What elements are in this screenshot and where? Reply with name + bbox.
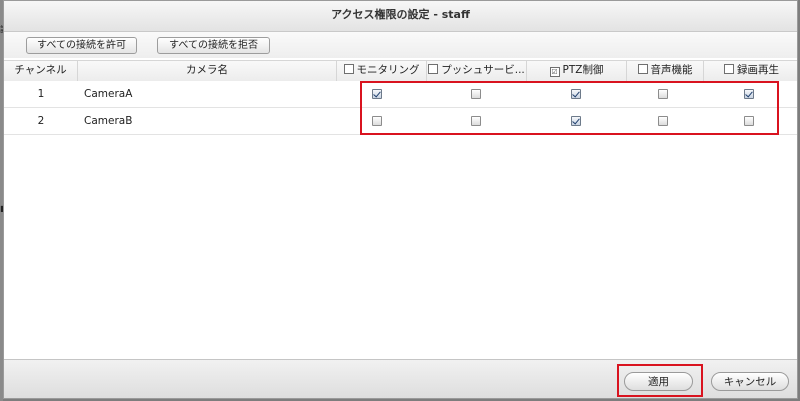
ptz-checkbox[interactable] [571,89,581,99]
dialog-title: アクセス権限の設定 - staff [4,1,797,32]
allow-all-button[interactable]: すべての接続を許可 [26,37,137,54]
dialog-footer: 適用 キャンセル [4,359,797,398]
toolbar: すべての接続を許可 すべての接続を拒否 [4,32,797,58]
cancel-button[interactable]: キャンセル [711,372,789,391]
table-row[interactable]: 2 CameraB [4,108,797,135]
column-header-audio[interactable]: 音声機能 [627,61,704,81]
table-row[interactable]: 1 CameraA [4,81,797,108]
column-header-ptz[interactable]: ☑ PTZ制御 [527,61,627,81]
column-header-label: プッシュサービ... [441,64,525,76]
ptz-select-all-checkbox[interactable]: ☑ [549,67,560,77]
playback-select-all-checkbox[interactable] [724,64,734,74]
camera-name-cell: CameraA [84,88,133,100]
column-header-channel[interactable]: チャンネル [4,61,78,81]
ptz-checkbox[interactable] [571,116,581,126]
column-header-playback[interactable]: 録画再生 [704,61,797,81]
table-header: チャンネル カメラ名 モニタリング プッシュサービ... ☑ PTZ制御 音声機能… [4,60,797,82]
camera-name-cell: CameraB [84,115,133,127]
access-permission-dialog: アクセス権限の設定 - staff すべての接続を許可 すべての接続を拒否 チャ… [3,0,798,399]
monitoring-checkbox[interactable] [372,89,382,99]
deny-all-button[interactable]: すべての接続を拒否 [157,37,270,54]
push-service-select-all-checkbox[interactable] [428,64,439,74]
column-header-label: モニタリング [356,64,420,76]
column-header-push-service[interactable]: プッシュサービ... [427,61,527,81]
audio-checkbox[interactable] [658,116,668,126]
push-service-checkbox[interactable] [471,89,481,99]
playback-checkbox[interactable] [744,89,754,99]
channel-cell: 2 [37,115,45,127]
column-header-label: PTZ制御 [562,64,604,76]
audio-checkbox[interactable] [658,89,668,99]
push-service-checkbox[interactable] [471,116,481,126]
apply-button[interactable]: 適用 [624,372,693,391]
monitoring-select-all-checkbox[interactable] [343,64,354,74]
column-header-camera-name[interactable]: カメラ名 [78,61,337,81]
column-header-label: 音声機能 [650,64,693,76]
column-header-monitoring[interactable]: モニタリング [337,61,427,81]
playback-checkbox[interactable] [744,116,754,126]
monitoring-checkbox[interactable] [372,116,382,126]
column-header-label: 録画再生 [737,64,779,76]
audio-select-all-checkbox[interactable] [637,64,648,74]
channel-cell: 1 [37,88,45,100]
